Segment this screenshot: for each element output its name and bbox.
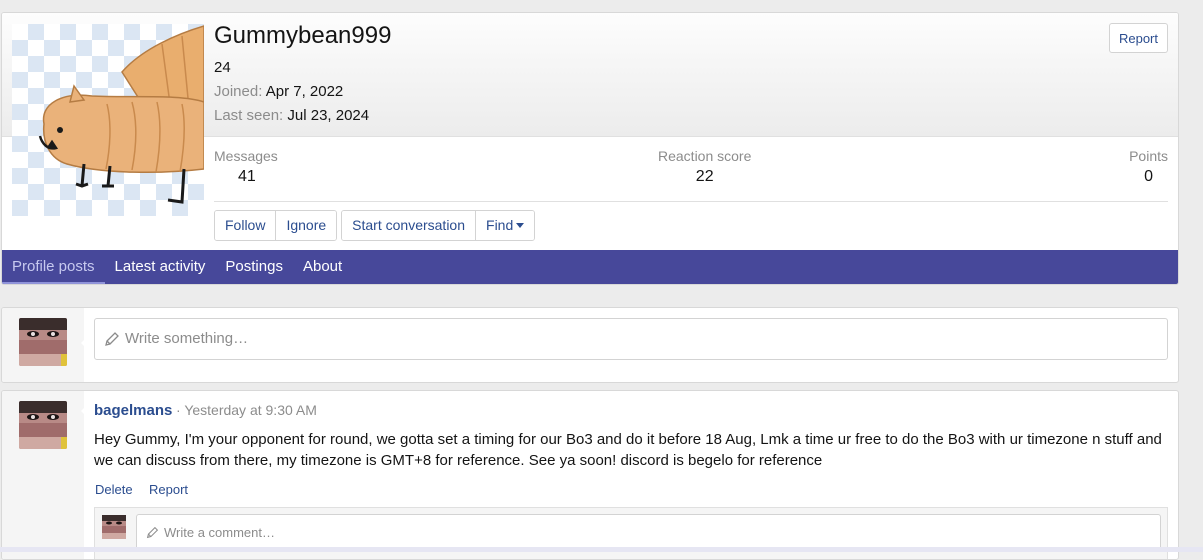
- joined-value: Apr 7, 2022: [265, 83, 344, 100]
- find-menu-button[interactable]: Find: [476, 211, 535, 240]
- post-separator: ·: [176, 402, 181, 418]
- stat-points[interactable]: Points 0: [1129, 148, 1168, 186]
- face-photo-icon: [102, 515, 126, 539]
- post-timestamp[interactable]: · Yesterday at 9:30 AM: [176, 402, 317, 418]
- write-something-input[interactable]: Write something…: [94, 318, 1168, 360]
- post-author-link[interactable]: bagelmans: [94, 402, 172, 419]
- tab-about[interactable]: About: [293, 250, 352, 284]
- profile-joined: Joined: Apr 7, 2022: [214, 83, 343, 100]
- post-author-avatar[interactable]: [19, 401, 67, 449]
- profile-card: Gummybean999 24 Joined: Apr 7, 2022 Last…: [1, 12, 1179, 285]
- face-photo-icon: [19, 318, 67, 366]
- start-conversation-button[interactable]: Start conversation: [342, 211, 477, 240]
- last-seen-label: Last seen:: [214, 107, 284, 124]
- follow-button[interactable]: Follow: [215, 211, 277, 240]
- comment-area: Write a comment…: [94, 507, 1168, 559]
- stat-label: Messages: [214, 148, 278, 164]
- write-comment-placeholder: Write a comment…: [164, 525, 276, 540]
- profile-avatar[interactable]: [12, 24, 204, 216]
- find-label: Find: [486, 217, 514, 233]
- post-body: Hey Gummy, I'm your opponent for round, …: [94, 431, 1162, 469]
- follow-ignore-group: Follow Ignore: [214, 210, 338, 241]
- write-something-placeholder: Write something…: [125, 330, 249, 347]
- report-profile-button[interactable]: Report: [1108, 23, 1168, 53]
- profile-stats: Messages 41 Reaction score 22 Points 0: [214, 148, 1168, 202]
- profile-last-seen: Last seen: Jul 23, 2024: [214, 107, 369, 124]
- last-seen-value[interactable]: Jul 23, 2024: [287, 107, 369, 124]
- caret-down-icon: [516, 223, 525, 228]
- current-user-avatar[interactable]: [19, 318, 67, 366]
- comment-avatar[interactable]: [102, 515, 126, 539]
- profile-post-composer: Write something…: [1, 307, 1179, 383]
- profile-tabs: Profile posts Latest activity Postings A…: [2, 250, 1178, 284]
- stat-value: 22: [695, 168, 714, 185]
- tab-profile-posts[interactable]: Profile posts: [2, 250, 105, 284]
- profile-post: bagelmans · Yesterday at 9:30 AM Hey Gum…: [1, 390, 1179, 560]
- joined-label: Joined:: [214, 83, 263, 100]
- profile-username: Gummybean999: [214, 22, 392, 49]
- stat-reaction-score[interactable]: Reaction score 22: [658, 148, 751, 186]
- page-bottom-strip: [0, 547, 1203, 552]
- stat-value: 0: [1144, 168, 1153, 185]
- ignore-button[interactable]: Ignore: [276, 211, 337, 240]
- composer-notch: [81, 335, 89, 351]
- tab-postings[interactable]: Postings: [215, 250, 293, 284]
- pencil-icon: [105, 332, 119, 346]
- conversation-find-group: Start conversation Find: [341, 210, 536, 241]
- pencil-icon: [146, 526, 159, 539]
- post-notch: [81, 403, 89, 419]
- report-post-link[interactable]: Report: [149, 482, 188, 497]
- stat-label: Reaction score: [658, 148, 752, 164]
- stat-value: 41: [238, 168, 256, 185]
- bread-bat-illustration: [38, 25, 204, 204]
- delete-post-link[interactable]: Delete: [95, 482, 133, 497]
- face-photo-icon: [19, 401, 67, 449]
- stat-label: Points: [1129, 148, 1168, 164]
- tab-latest-activity[interactable]: Latest activity: [105, 250, 216, 284]
- stat-messages[interactable]: Messages 41: [214, 148, 278, 186]
- profile-actions: Follow Ignore Start conversation Find: [214, 210, 539, 241]
- post-time-text: Yesterday at 9:30 AM: [184, 402, 317, 418]
- profile-age: 24: [214, 59, 231, 76]
